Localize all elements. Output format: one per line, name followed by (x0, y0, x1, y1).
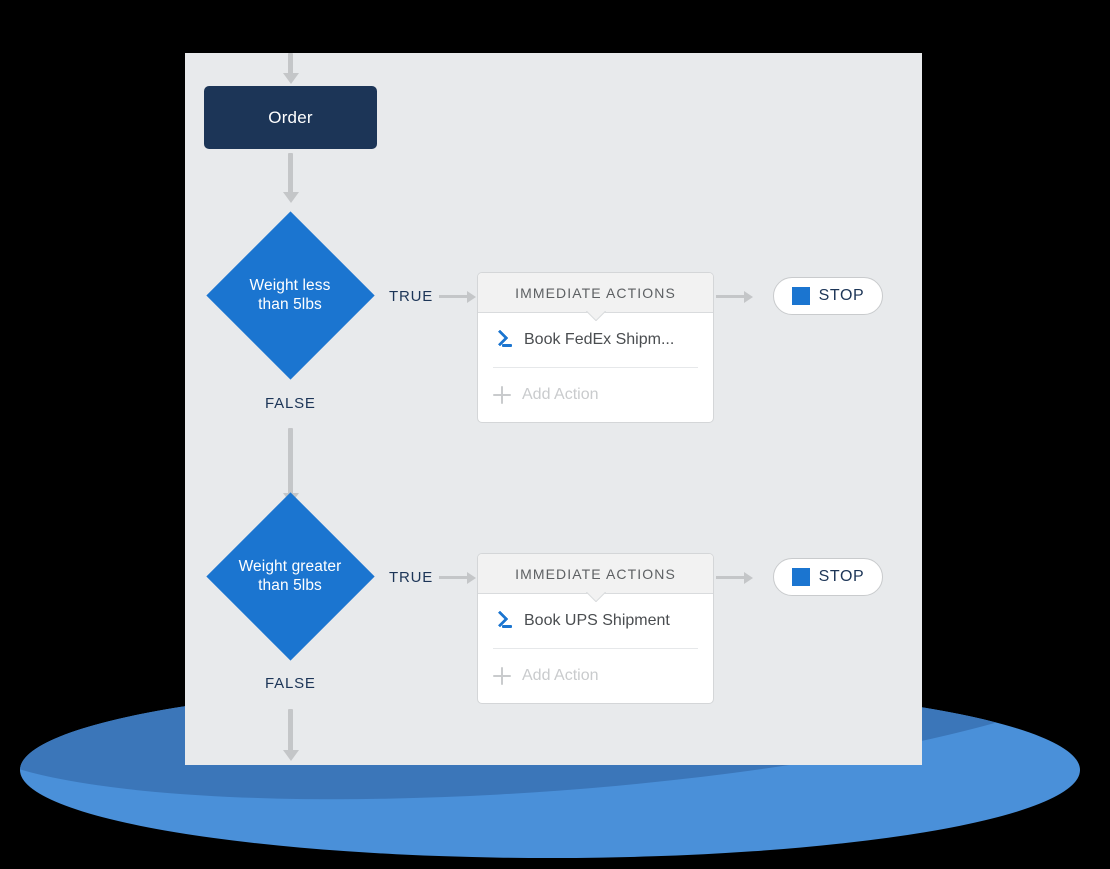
terminal-prompt-icon (491, 610, 513, 631)
plus-icon (493, 386, 511, 404)
immediate-actions-card-1[interactable]: IMMEDIATE ACTIONS Book FedEx Shipm... Ad… (477, 272, 714, 423)
decision-node-weight-greater[interactable]: Weight greater than 5lbs (205, 491, 375, 661)
branch-label-true-1: TRUE (389, 288, 434, 305)
stop-label: STOP (818, 287, 865, 304)
action-item-label: Book FedEx Shipm... (524, 331, 675, 348)
terminal-prompt-icon (491, 329, 513, 350)
connector-true1-line (439, 295, 469, 298)
stop-square-icon (791, 287, 810, 305)
connector-card1-to-stop-line (716, 295, 746, 298)
immediate-actions-card-2[interactable]: IMMEDIATE ACTIONS Book UPS Shipment Add … (477, 553, 714, 704)
stop-node-1[interactable]: STOP (773, 277, 883, 315)
connector-inbound-arrow (282, 73, 299, 84)
connector-true2-line (439, 576, 469, 579)
chevron-down-notch-icon (586, 592, 606, 602)
action-item-2[interactable]: Book UPS Shipment (491, 594, 698, 649)
decision-label: Weight less than 5lbs (215, 276, 365, 314)
connector-false1-line (288, 428, 293, 496)
action-item-label: Book UPS Shipment (524, 612, 670, 629)
decision-label-line1: Weight greater (238, 558, 342, 575)
connector-true1-arrow (467, 290, 476, 303)
plus-icon (493, 667, 511, 685)
decision-label-line1: Weight less (249, 277, 331, 294)
start-node-order[interactable]: Order (204, 86, 377, 149)
add-action-row-2[interactable]: Add Action (493, 649, 698, 703)
decision-label: Weight greater than 5lbs (215, 557, 365, 595)
connector-false2-arrow (282, 750, 299, 761)
connector-false2-line (288, 709, 293, 753)
connector-order-to-decision1-line (288, 153, 293, 195)
card-header-1: IMMEDIATE ACTIONS (478, 273, 713, 313)
decision-label-line2: than 5lbs (258, 296, 322, 313)
card-body-2: Book UPS Shipment Add Action (478, 594, 713, 703)
connector-card2-to-stop-line (716, 576, 746, 579)
flow-canvas: Order Weight less than 5lbs TRUE FALSE I… (185, 53, 922, 765)
card-body-1: Book FedEx Shipm... Add Action (478, 313, 713, 422)
card-header-label: IMMEDIATE ACTIONS (515, 284, 676, 301)
action-item-1[interactable]: Book FedEx Shipm... (491, 313, 698, 368)
add-action-label: Add Action (522, 386, 599, 403)
add-action-label: Add Action (522, 667, 599, 684)
branch-label-false-2: FALSE (265, 675, 316, 692)
card-header-2: IMMEDIATE ACTIONS (478, 554, 713, 594)
card-header-label: IMMEDIATE ACTIONS (515, 565, 676, 582)
connector-card2-to-stop-arrow (744, 571, 753, 584)
chevron-down-notch-icon (586, 311, 606, 321)
start-node-label: Order (268, 107, 313, 127)
connector-true2-arrow (467, 571, 476, 584)
branch-label-true-2: TRUE (389, 569, 434, 586)
stop-label: STOP (818, 568, 865, 585)
connector-card1-to-stop-arrow (744, 290, 753, 303)
stop-square-icon (791, 568, 810, 586)
branch-label-false-1: FALSE (265, 395, 316, 412)
stop-node-2[interactable]: STOP (773, 558, 883, 596)
add-action-row-1[interactable]: Add Action (493, 368, 698, 422)
decision-label-line2: than 5lbs (258, 577, 322, 594)
decision-node-weight-less[interactable]: Weight less than 5lbs (205, 210, 375, 380)
connector-order-to-decision1-arrow (282, 192, 299, 203)
